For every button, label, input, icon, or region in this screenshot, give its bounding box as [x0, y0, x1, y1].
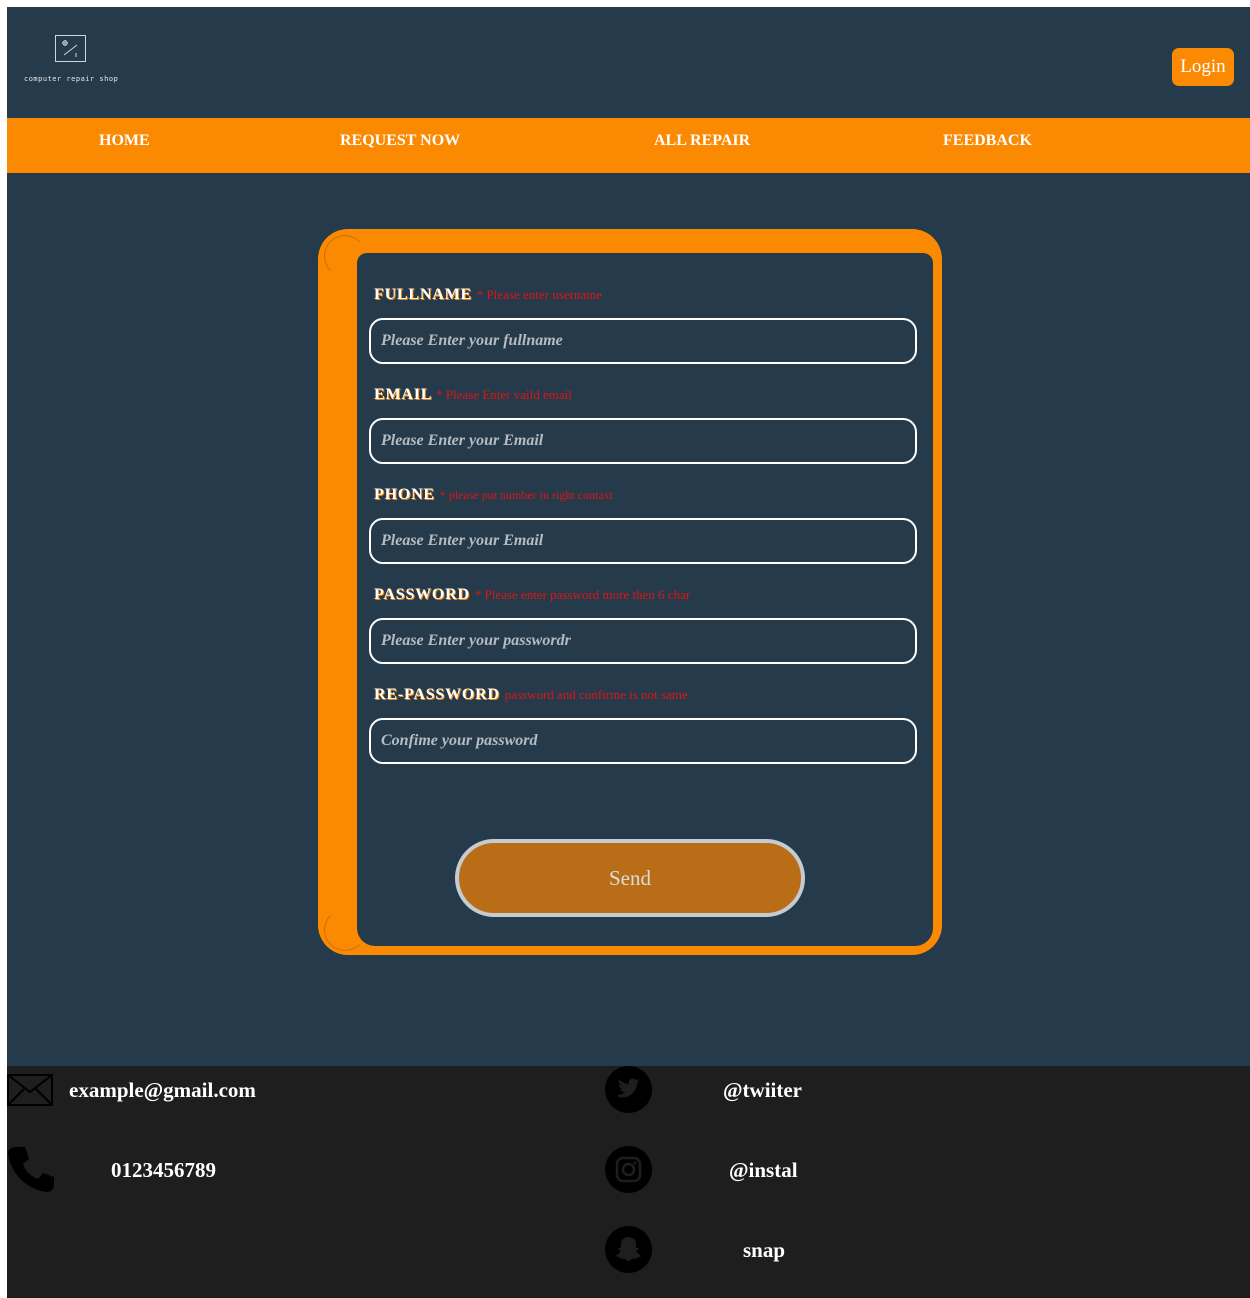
register-form: FULLNAME * Please enter username EMAIL *…: [357, 253, 933, 946]
footer: example@gmail.com 0123456789 @twiiter @i…: [7, 1066, 1250, 1298]
twitter-icon[interactable]: [605, 1066, 652, 1113]
password-label-text: PASSWORD: [374, 586, 470, 603]
phone-input[interactable]: [369, 518, 917, 564]
password-input[interactable]: [369, 618, 917, 664]
logo-icon: [55, 35, 86, 62]
fullname-label-text: FULLNAME: [374, 286, 472, 303]
email-label-text: EMAIL: [374, 386, 432, 403]
nav-bar: HOME REQUEST NOW ALL REPAIR FEEDBACK: [7, 118, 1250, 173]
nav-home[interactable]: HOME: [99, 118, 150, 173]
footer-instagram[interactable]: @instal: [729, 1158, 798, 1183]
password-label: PASSWORD * Please enter password more th…: [374, 586, 690, 604]
nav-request-now[interactable]: REQUEST NOW: [340, 118, 460, 173]
logo[interactable]: computer repair shop: [24, 35, 124, 91]
footer-snap[interactable]: snap: [743, 1238, 785, 1263]
register-form-card: FULLNAME * Please enter username EMAIL *…: [318, 229, 942, 955]
page: computer repair shop Login HOME REQUEST …: [7, 7, 1250, 1298]
phone-label-text: PHONE: [374, 486, 435, 503]
password-error: * Please enter password more then 6 char: [474, 587, 691, 602]
login-button[interactable]: Login: [1172, 48, 1234, 86]
repassword-error: password and confirme is not same: [504, 687, 688, 702]
fullname-input[interactable]: [369, 318, 917, 364]
instagram-icon[interactable]: [605, 1146, 652, 1193]
fullname-error: * Please enter username: [476, 287, 603, 302]
repassword-label-text: RE-PASSWORD: [374, 686, 500, 703]
nav-all-repair[interactable]: ALL REPAIR: [654, 118, 750, 173]
snapchat-icon[interactable]: [605, 1226, 652, 1273]
footer-email[interactable]: example@gmail.com: [69, 1078, 256, 1103]
phone-icon: [8, 1147, 54, 1192]
email-input[interactable]: [369, 418, 917, 464]
email-error: * Please Enter vaild email: [436, 387, 572, 402]
phone-label: PHONE * please put number in right conta…: [374, 486, 613, 504]
phone-error: * please put number in right contaxt: [439, 488, 613, 502]
mail-icon: [7, 1074, 53, 1106]
repassword-input[interactable]: [369, 718, 917, 764]
fullname-label: FULLNAME * Please enter username: [374, 286, 602, 304]
send-button[interactable]: Send: [455, 839, 805, 917]
header: computer repair shop Login: [7, 7, 1250, 118]
email-label: EMAIL * Please Enter vaild email: [374, 386, 572, 404]
nav-feedback[interactable]: FEEDBACK: [943, 118, 1032, 173]
footer-twitter[interactable]: @twiiter: [723, 1078, 802, 1103]
footer-phone[interactable]: 0123456789: [111, 1158, 216, 1183]
repassword-label: RE-PASSWORD password and confirme is not…: [374, 686, 688, 704]
logo-text: computer repair shop: [24, 75, 119, 83]
